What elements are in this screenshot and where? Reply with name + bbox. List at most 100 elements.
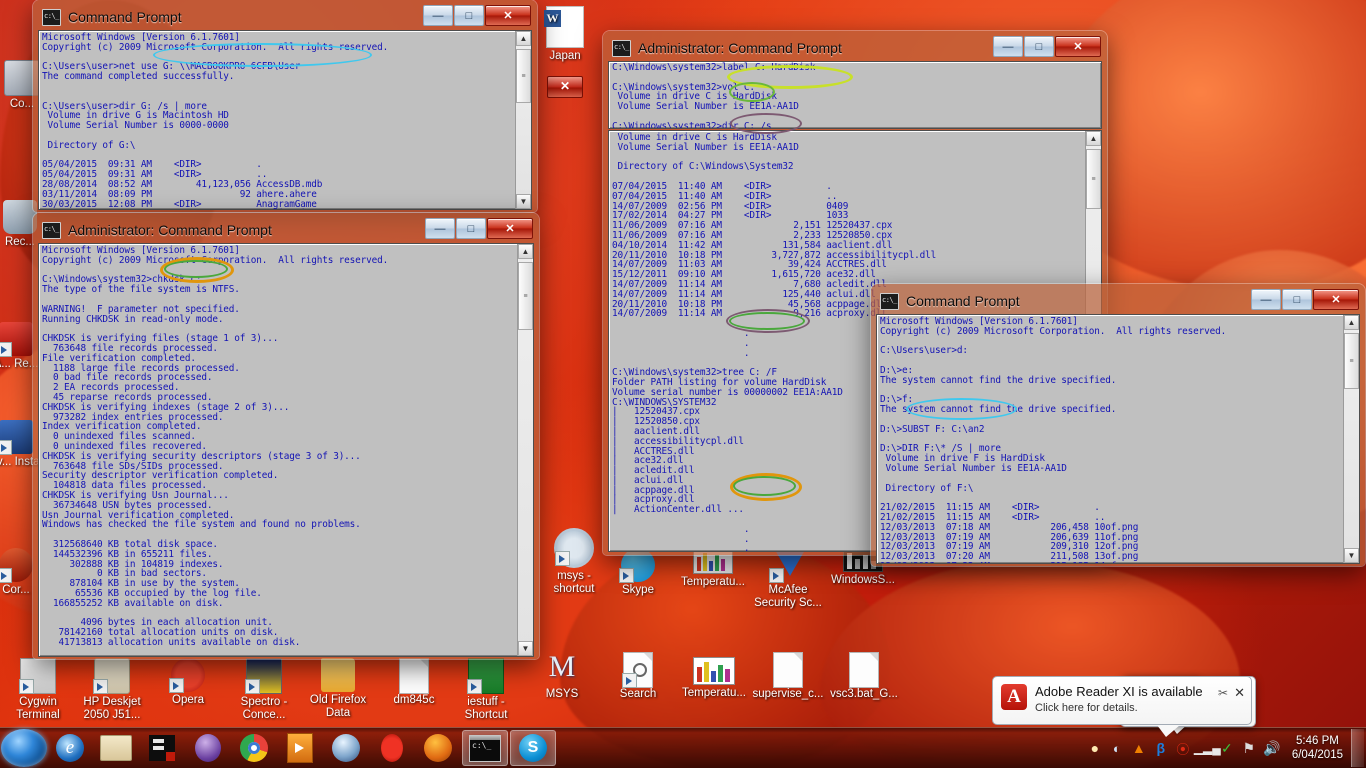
- security-shield-icon[interactable]: ✓: [1216, 740, 1238, 757]
- window-controls[interactable]: — □ ✕: [423, 5, 531, 26]
- console-scrollbar[interactable]: ▲ ≡ ▼: [1343, 315, 1359, 563]
- window-command-prompt-2[interactable]: Administrator: Command Prompt — □ ✕ Micr…: [33, 213, 539, 659]
- taskbar-item-media-player[interactable]: [278, 731, 322, 765]
- window-command-prompt-4[interactable]: Command Prompt — □ ✕ Microsoft Windows […: [871, 284, 1365, 566]
- desktop-icon-label: WindowsS...: [831, 574, 895, 586]
- desktop-icon[interactable]: Opera: [150, 658, 226, 707]
- desktop-icon[interactable]: M MSYS: [524, 652, 600, 701]
- desktop-icon[interactable]: Search: [600, 652, 676, 701]
- window-controls[interactable]: — □ ✕: [993, 36, 1101, 57]
- window-controls[interactable]: — □ ✕: [1251, 289, 1359, 310]
- window-title: Command Prompt: [906, 293, 1020, 309]
- desktop-icon-label: MSYS: [545, 688, 579, 700]
- advanced-installer-icon: [0, 420, 33, 455]
- scroll-up-arrow[interactable]: ▲: [516, 31, 531, 46]
- desktop-icon-label: dm845c: [393, 694, 435, 706]
- start-button[interactable]: [1, 729, 47, 767]
- console-icon: [42, 8, 61, 26]
- recycle-bin-icon: [3, 200, 37, 234]
- adobe-reader-notification-panel[interactable]: A Adobe Reader XI is available Click her…: [992, 676, 1256, 737]
- taskbar-item-internet-explorer[interactable]: e: [48, 731, 92, 765]
- desktop-icon[interactable]: Skype: [600, 548, 676, 597]
- desktop-icon-label: Skype: [622, 584, 654, 596]
- page-icon: [773, 652, 803, 688]
- desktop-icon-label: Cor...: [2, 584, 30, 596]
- console-output-area[interactable]: Microsoft Windows [Version 6.1.7601] Cop…: [876, 314, 1360, 564]
- console-scrollbar[interactable]: ▲ ≡ ▼: [515, 31, 531, 209]
- taskbar-item-command-prompt[interactable]: c:\_: [462, 730, 508, 766]
- desktop-icon[interactable]: McAfee Security Sc...: [750, 548, 826, 610]
- network-wireless-icon[interactable]: ◐: [1106, 741, 1128, 756]
- desktop-icon[interactable]: HP Deskjet 2050 J51...: [74, 658, 150, 722]
- close-button[interactable]: ✕: [485, 5, 531, 26]
- desktop-icon[interactable]: Temperatu...: [676, 652, 752, 700]
- console-output-area-upper[interactable]: C:\Windows\system32>label C: HardDisk C:…: [608, 61, 1102, 129]
- maximize-button[interactable]: □: [456, 218, 486, 239]
- vlc-icon[interactable]: ▲: [1128, 740, 1150, 756]
- taskbar-item-safari[interactable]: [324, 731, 368, 765]
- scroll-down-arrow[interactable]: ▼: [518, 641, 533, 656]
- desktop-icon[interactable]: iestuff - Shortcut: [448, 658, 524, 722]
- close-button[interactable]: ✕: [1055, 36, 1101, 57]
- maximize-button[interactable]: □: [1282, 289, 1312, 310]
- close-x-button[interactable]: ✕: [547, 76, 583, 98]
- scroll-thumb[interactable]: ≡: [518, 262, 533, 330]
- desktop-icon[interactable]: Spectro - Conce...: [226, 658, 302, 722]
- console-scrollbar[interactable]: ▲ ≡ ▼: [517, 244, 533, 656]
- taskbar-clock[interactable]: 5:46 PM 6/04/2015: [1284, 734, 1351, 762]
- show-desktop-button[interactable]: [1351, 729, 1364, 767]
- action-center-icon[interactable]: ⚑: [1238, 740, 1260, 757]
- minimize-button[interactable]: —: [1251, 289, 1281, 310]
- window-command-prompt-1[interactable]: Command Prompt — □ ✕ Microsoft Windows […: [33, 0, 537, 212]
- titlebar[interactable]: Administrator: Command Prompt — □ ✕: [608, 35, 1102, 61]
- scroll-up-arrow[interactable]: ▲: [1344, 315, 1359, 330]
- taskbar-item-google-chrome[interactable]: [232, 731, 276, 765]
- system-tray[interactable]: ● ◐ ▲ β ⦿ ▁▂▄ ✓ ⚑ 🔊 5:46 PM 6/04/2015: [1084, 728, 1366, 768]
- scroll-up-arrow[interactable]: ▲: [1086, 131, 1101, 146]
- minimize-button[interactable]: —: [425, 218, 455, 239]
- signal-bars-icon[interactable]: ▁▂▄: [1194, 741, 1221, 755]
- adobe-updater-icon[interactable]: ⦿: [1172, 739, 1194, 758]
- desktop-icon[interactable]: Old Firefox Data: [300, 658, 376, 720]
- scroll-down-arrow[interactable]: ▼: [516, 194, 531, 209]
- maximize-button[interactable]: □: [454, 5, 484, 26]
- minimize-button[interactable]: —: [993, 36, 1023, 57]
- show-hidden-icons-button[interactable]: ●: [1084, 740, 1106, 756]
- scroll-up-arrow[interactable]: ▲: [518, 244, 533, 259]
- maximize-button[interactable]: □: [1024, 36, 1054, 57]
- taskbar-item-skype[interactable]: S: [510, 730, 556, 766]
- desktop-icon[interactable]: vsc3.bat_G...: [826, 652, 902, 701]
- taskbar-item-purple-app[interactable]: [186, 731, 230, 765]
- scroll-thumb[interactable]: ≡: [1344, 333, 1359, 389]
- close-button[interactable]: ✕: [487, 218, 533, 239]
- titlebar[interactable]: Administrator: Command Prompt — □ ✕: [38, 217, 534, 243]
- window-controls[interactable]: — □ ✕: [425, 218, 533, 239]
- scroll-thumb[interactable]: ≡: [516, 49, 531, 103]
- volume-icon[interactable]: 🔊: [1260, 740, 1284, 757]
- shortcut-arrow-icon: [169, 678, 184, 693]
- taskbar-item-opera[interactable]: [370, 731, 414, 765]
- wrench-icon[interactable]: ✂: [1218, 686, 1228, 700]
- taskbar-item-app-black-red[interactable]: [140, 731, 184, 765]
- taskbar-item-firefox[interactable]: [416, 731, 460, 765]
- desktop-icon[interactable]: dm845c: [376, 658, 452, 707]
- titlebar[interactable]: Command Prompt — □ ✕: [38, 4, 532, 30]
- taskbar-item-windows-explorer[interactable]: [94, 731, 138, 765]
- scroll-thumb[interactable]: ≡: [1086, 149, 1101, 209]
- desktop-icon-label: Spectro - Conce...: [240, 696, 288, 721]
- console-output-area[interactable]: Microsoft Windows [Version 6.1.7601] Cop…: [38, 30, 532, 210]
- close-icon[interactable]: ✕: [1234, 685, 1245, 701]
- close-button[interactable]: ✕: [1313, 289, 1359, 310]
- bluetooth-icon[interactable]: β: [1150, 740, 1172, 756]
- msys-icon: M: [548, 650, 576, 683]
- titlebar[interactable]: Command Prompt — □ ✕: [876, 288, 1360, 314]
- shortcut-arrow-icon: [467, 679, 482, 694]
- desktop-icon-label: McAfee Security Sc...: [754, 584, 822, 609]
- app-shortcut-icon: [0, 548, 33, 583]
- scroll-down-arrow[interactable]: ▼: [1344, 548, 1359, 563]
- minimize-button[interactable]: —: [423, 5, 453, 26]
- desktop-icon-japan[interactable]: W Japan: [527, 6, 603, 63]
- desktop-icon[interactable]: supervise_c...: [750, 652, 826, 701]
- desktop-icon[interactable]: Cygwin Terminal: [0, 658, 76, 722]
- console-output-area[interactable]: Microsoft Windows [Version 6.1.7601] Cop…: [38, 243, 534, 657]
